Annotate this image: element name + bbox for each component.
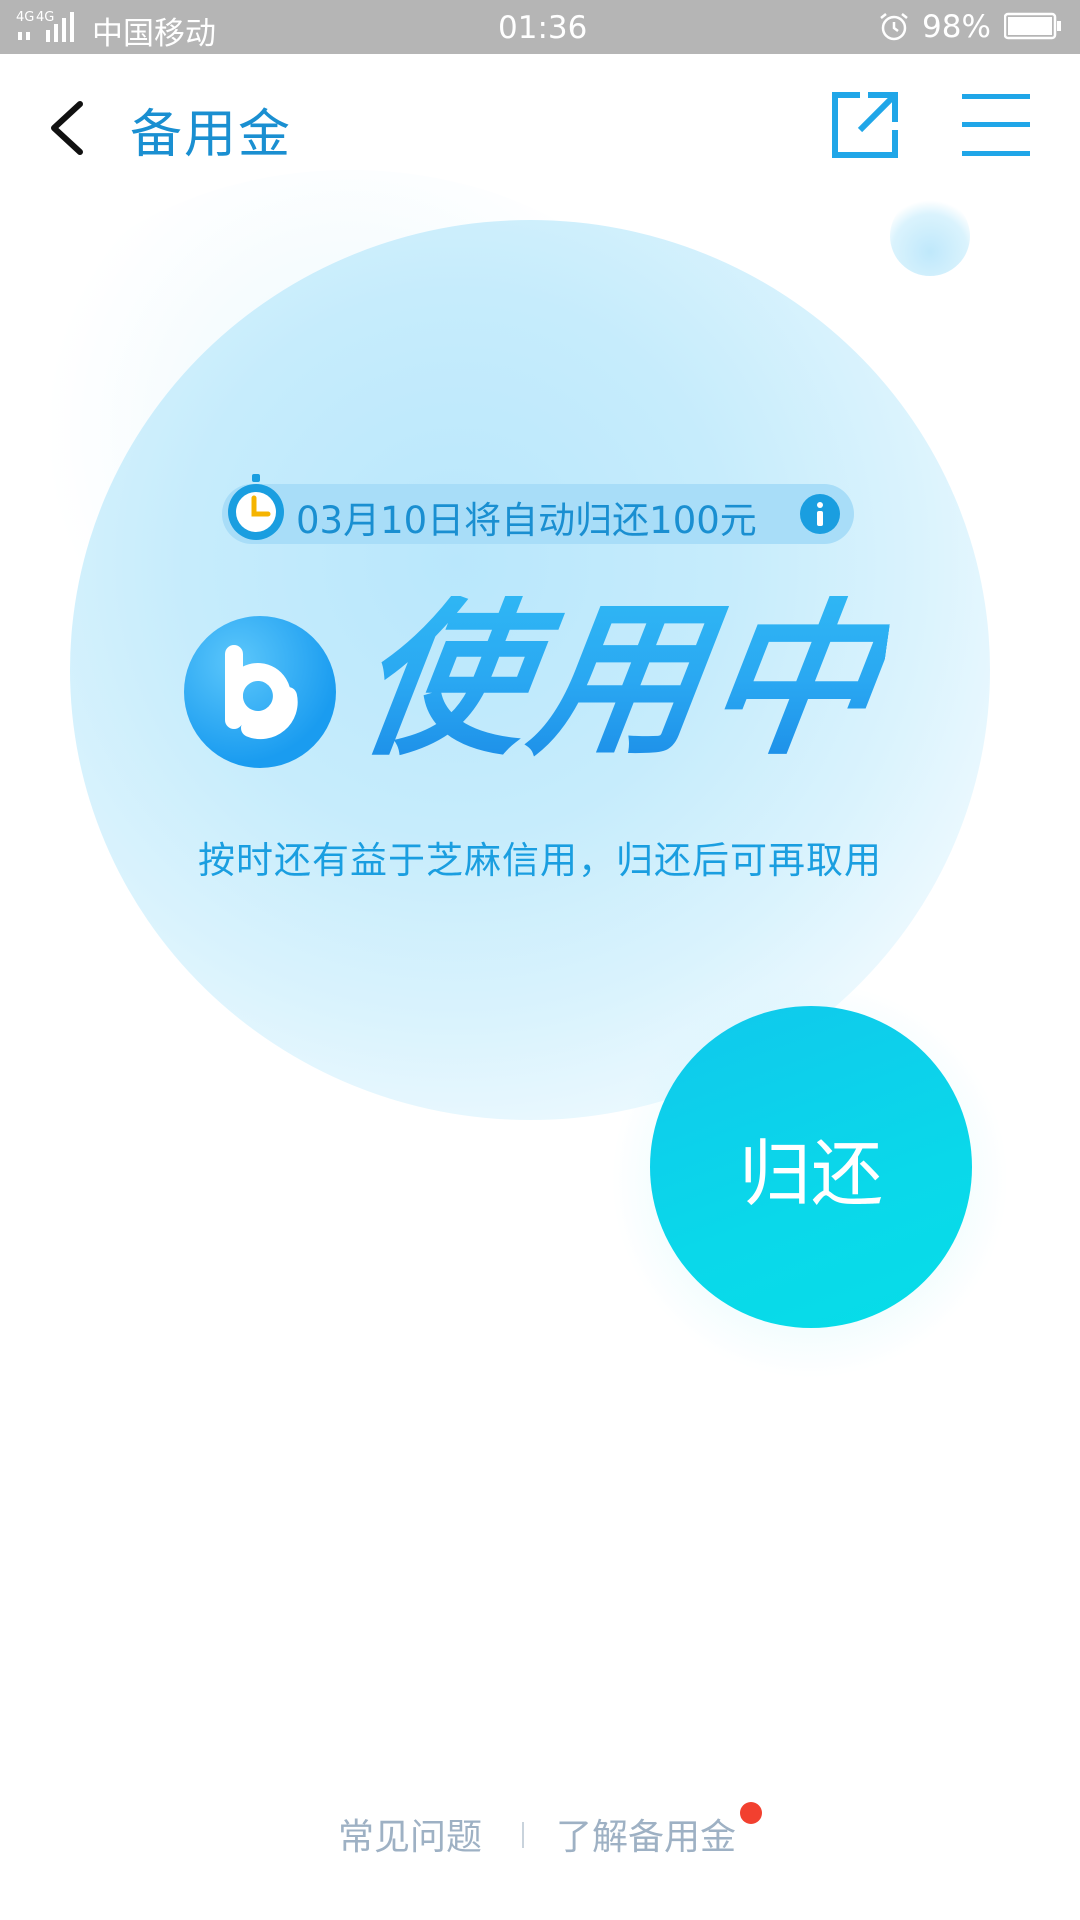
footer-divider [522, 1822, 524, 1848]
signal-icon: 4G 4G [16, 10, 74, 42]
external-link-icon[interactable] [830, 90, 900, 160]
status-time: 01:36 [498, 10, 588, 46]
b-logo-icon [225, 645, 298, 740]
footer-links: 常见问题 了解备用金 [0, 1800, 1080, 1870]
faq-link[interactable]: 常见问题 [338, 1808, 482, 1860]
learn-more-link[interactable]: 了解备用金 [556, 1808, 736, 1860]
battery-icon [1004, 12, 1061, 40]
auto-return-notice[interactable]: 03月10日将自动归还100元 [222, 474, 854, 544]
info-icon[interactable] [800, 494, 840, 534]
small-bubble [890, 196, 970, 276]
carrier-name: 中国移动 [92, 16, 216, 52]
brand-logo [184, 616, 336, 768]
auto-return-text: 03月10日将自动归还100元 [296, 499, 757, 542]
chevron-left-icon[interactable] [44, 100, 88, 156]
status-bar: 4G 4G 中国移动 01:36 98% [0, 0, 1080, 54]
battery-percent: 98% [922, 9, 991, 45]
alarm-icon [880, 13, 908, 41]
page-title: 备用金 [130, 105, 293, 165]
svg-text:4G: 4G [36, 10, 54, 25]
svg-text:4G: 4G [16, 10, 34, 25]
subtitle-text: 按时还有益于芝麻信用，归还后可再取用 [198, 839, 882, 882]
hamburger-menu-icon[interactable] [960, 90, 1032, 160]
return-button[interactable]: 归还 [650, 1006, 972, 1328]
stopwatch-icon [228, 474, 284, 540]
status-text: 使用中 [346, 582, 896, 778]
notification-dot [740, 1802, 762, 1824]
header-bar: 备用金 [0, 54, 1080, 202]
